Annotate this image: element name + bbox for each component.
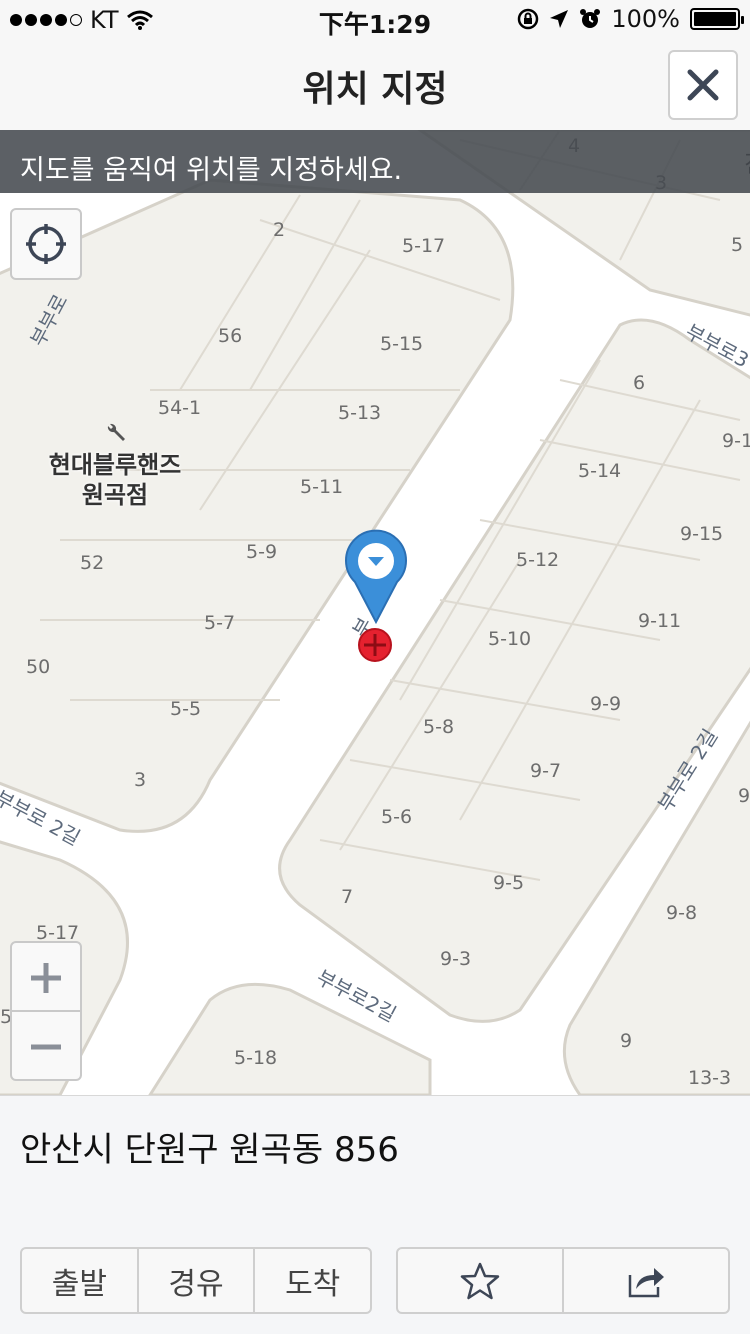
page-title: 위치 지정 (302, 69, 448, 110)
nav-bar: 위치 지정 (0, 40, 750, 130)
building-number: 9-1 (722, 430, 750, 452)
building-number: 5-13 (338, 402, 382, 424)
crosshair-icon (26, 224, 66, 264)
building-number: 5 (731, 234, 744, 256)
building-number: 5-5 (170, 698, 202, 720)
building-number: 56 (218, 325, 243, 347)
building-number: 3 (134, 769, 147, 791)
favorite-button[interactable] (398, 1249, 564, 1312)
status-bar: KT 下午1:29 100% (0, 0, 750, 40)
building-number: 5-7 (204, 612, 236, 634)
target-marker (358, 628, 392, 662)
bottom-panel: 안산시 단원구 원곡동 856 출발 경유 도착 (0, 1095, 750, 1334)
building-number: 9-15 (680, 523, 724, 545)
location-arrow-icon (550, 10, 569, 28)
building-number: 5-11 (300, 476, 344, 498)
route-button-group: 출발 경유 도착 (20, 1247, 372, 1314)
poi-name-line1: 현대블루핸즈 (48, 451, 182, 479)
building-number: 9-11 (638, 610, 682, 632)
building-number: 9-7 (530, 760, 562, 782)
poi-label[interactable]: 현대블루핸즈 원곡점 (30, 450, 200, 510)
building-number: 7 (341, 886, 354, 908)
building-number: 9 (738, 785, 750, 807)
building-number: 13-3 (688, 1067, 732, 1089)
close-icon (687, 69, 719, 101)
building-number: 9 (620, 1030, 633, 1052)
wrench-icon (107, 423, 125, 441)
building-number: 9-5 (493, 872, 525, 894)
share-button[interactable] (564, 1249, 728, 1312)
map-view[interactable]: 2 5-17 56 5-15 54-1 5-13 5-11 52 5-9 5-7… (0, 130, 750, 1095)
location-pin[interactable] (343, 528, 409, 624)
building-number: 5-9 (246, 541, 278, 563)
building-number: 50 (26, 656, 51, 678)
building-number: 9-9 (590, 693, 622, 715)
building-number: 5-18 (234, 1047, 278, 1069)
waypoint-button[interactable]: 경유 (139, 1249, 256, 1312)
building-number: 5-12 (516, 549, 560, 571)
battery-percent: 100% (611, 5, 680, 33)
minus-icon (31, 1044, 61, 1050)
battery-icon (690, 8, 744, 30)
building-number: 5-10 (488, 628, 532, 650)
plus-icon (31, 963, 61, 993)
zoom-in-button[interactable] (12, 943, 80, 1012)
start-button[interactable]: 출발 (22, 1249, 139, 1312)
gps-button[interactable] (10, 208, 82, 280)
building-number: 54-1 (158, 397, 202, 419)
building-number: 6 (633, 372, 646, 394)
status-right: 100% (517, 5, 744, 33)
share-icon (628, 1267, 664, 1297)
building-number: 5-15 (380, 333, 424, 355)
poi-name-line2: 원곡점 (81, 481, 149, 509)
zoom-out-button[interactable] (12, 1012, 80, 1081)
alarm-icon (580, 9, 601, 28)
building-number: 2 (273, 219, 286, 241)
instruction-banner: 지도를 움직여 위치를 지정하세요. (0, 130, 750, 193)
building-number: 9-3 (440, 948, 472, 970)
zoom-control (10, 941, 82, 1081)
building-number: 9-8 (666, 902, 698, 924)
close-button[interactable] (668, 50, 738, 120)
building-number: 5-8 (423, 716, 455, 738)
rotation-lock-icon (518, 8, 539, 30)
building-number: 5-14 (578, 460, 622, 482)
action-button-group (396, 1247, 730, 1314)
building-number: 52 (80, 552, 105, 574)
address-label: 안산시 단원구 원곡동 856 (20, 1130, 399, 1170)
building-number: 5-6 (381, 806, 413, 828)
star-icon (460, 1262, 500, 1299)
building-number: 5-17 (402, 235, 446, 257)
destination-button[interactable]: 도착 (255, 1249, 370, 1312)
